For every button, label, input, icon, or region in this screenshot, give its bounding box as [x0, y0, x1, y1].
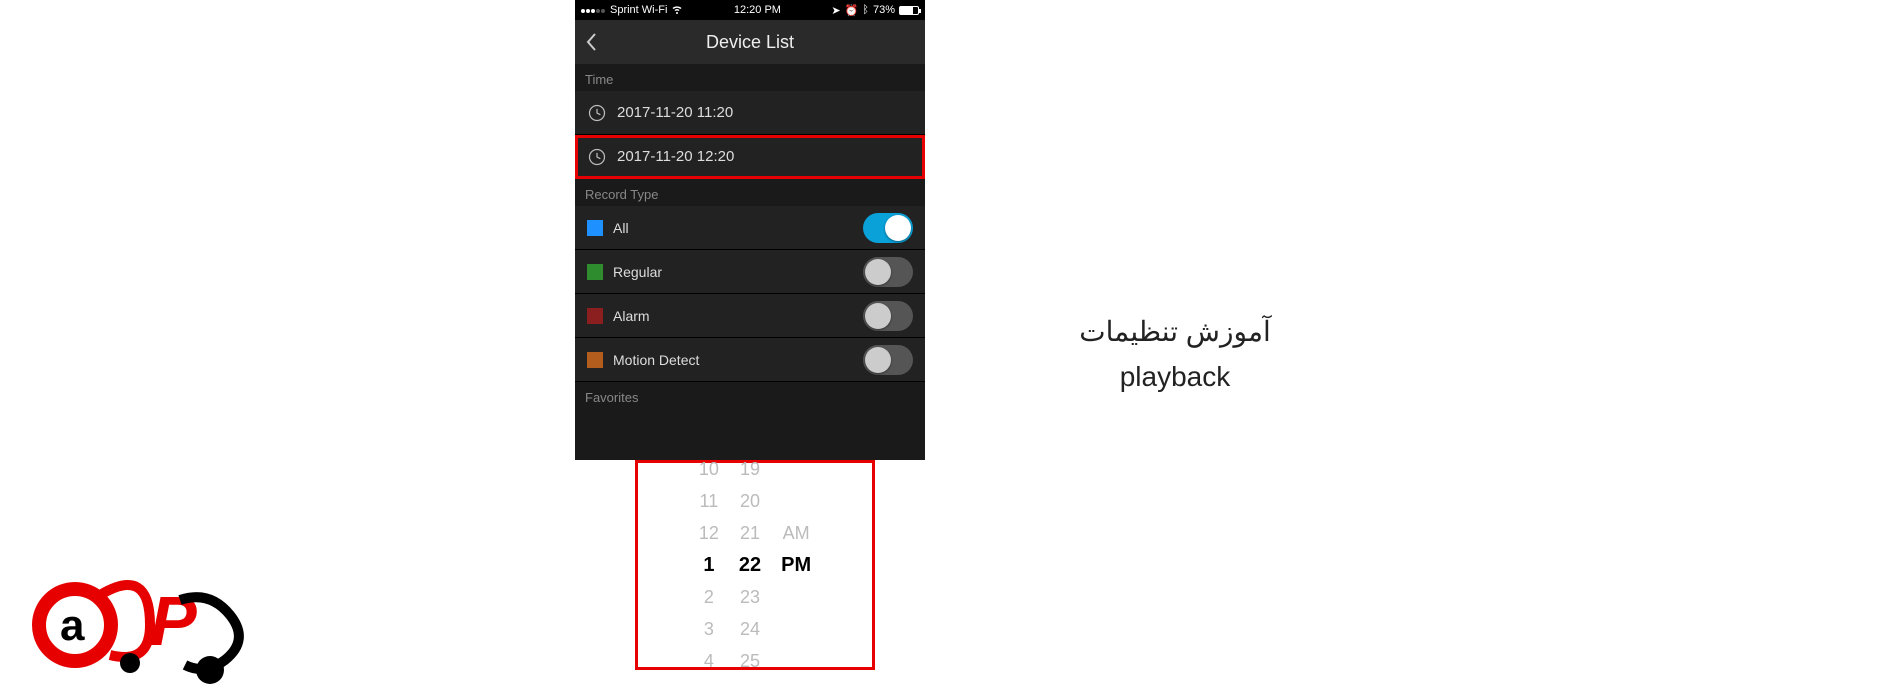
record-type-regular[interactable]: Regular	[575, 250, 925, 294]
caption-line-2: playback	[1000, 355, 1350, 400]
record-type-all[interactable]: All	[575, 206, 925, 250]
record-type-motion[interactable]: Motion Detect	[575, 338, 925, 382]
section-favorites-label: Favorites	[575, 382, 925, 409]
record-type-alarm[interactable]: Alarm	[575, 294, 925, 338]
bluetooth-icon: ᛒ	[862, 4, 869, 16]
location-icon: ➤	[831, 4, 840, 17]
toggle-alarm[interactable]	[863, 301, 913, 331]
ios-status-bar: Sprint Wi-Fi 12:20 PM ➤ ⏰ ᛒ 73%	[575, 0, 925, 20]
battery-percent: 73%	[873, 4, 895, 16]
toggle-motion[interactable]	[863, 345, 913, 375]
color-swatch-icon	[587, 308, 603, 324]
section-time-label: Time	[575, 64, 925, 91]
wifi-icon	[671, 3, 683, 18]
time-start-value: 2017-11-20 11:20	[617, 104, 733, 121]
signal-dots-icon	[581, 4, 606, 16]
page-title: Device List	[575, 32, 925, 53]
carrier-label: Sprint Wi-Fi	[610, 4, 667, 16]
record-type-label: Motion Detect	[613, 352, 699, 368]
color-swatch-icon	[587, 264, 603, 280]
back-button[interactable]	[585, 32, 597, 52]
alarm-icon: ⏰	[845, 4, 859, 17]
record-type-label: Regular	[613, 264, 662, 280]
time-picker-area: 10 11 12 1 2 3 4 19 20 21 22 23 24 25 AM…	[575, 460, 925, 700]
battery-icon	[899, 6, 919, 15]
record-type-label: Alarm	[613, 308, 650, 324]
navigation-bar: Device List	[575, 20, 925, 64]
clock-icon	[587, 147, 607, 167]
toggle-all[interactable]	[863, 213, 913, 243]
brand-logo: a P	[30, 575, 260, 685]
toggle-regular[interactable]	[863, 257, 913, 287]
svg-text:a: a	[60, 601, 85, 650]
time-end-value: 2017-11-20 12:20	[617, 148, 734, 165]
caption-line-1: آموزش تنظیمات	[1000, 310, 1350, 355]
ampm-wheel[interactable]: AM PM	[781, 460, 811, 673]
color-swatch-icon	[587, 352, 603, 368]
record-type-label: All	[613, 220, 629, 236]
time-picker[interactable]: 10 11 12 1 2 3 4 19 20 21 22 23 24 25 AM…	[635, 460, 875, 670]
color-swatch-icon	[587, 220, 603, 236]
time-start-row[interactable]: 2017-11-20 11:20	[575, 91, 925, 135]
time-end-row[interactable]: 2017-11-20 12:20	[575, 135, 925, 179]
section-record-type-label: Record Type	[575, 179, 925, 206]
hour-wheel[interactable]: 10 11 12 1 2 3 4	[699, 460, 719, 673]
clock-icon	[587, 103, 607, 123]
minute-wheel[interactable]: 19 20 21 22 23 24 25	[739, 460, 761, 673]
caption-text: آموزش تنظیمات playback	[1000, 310, 1350, 400]
statusbar-time: 12:20 PM	[734, 4, 781, 16]
